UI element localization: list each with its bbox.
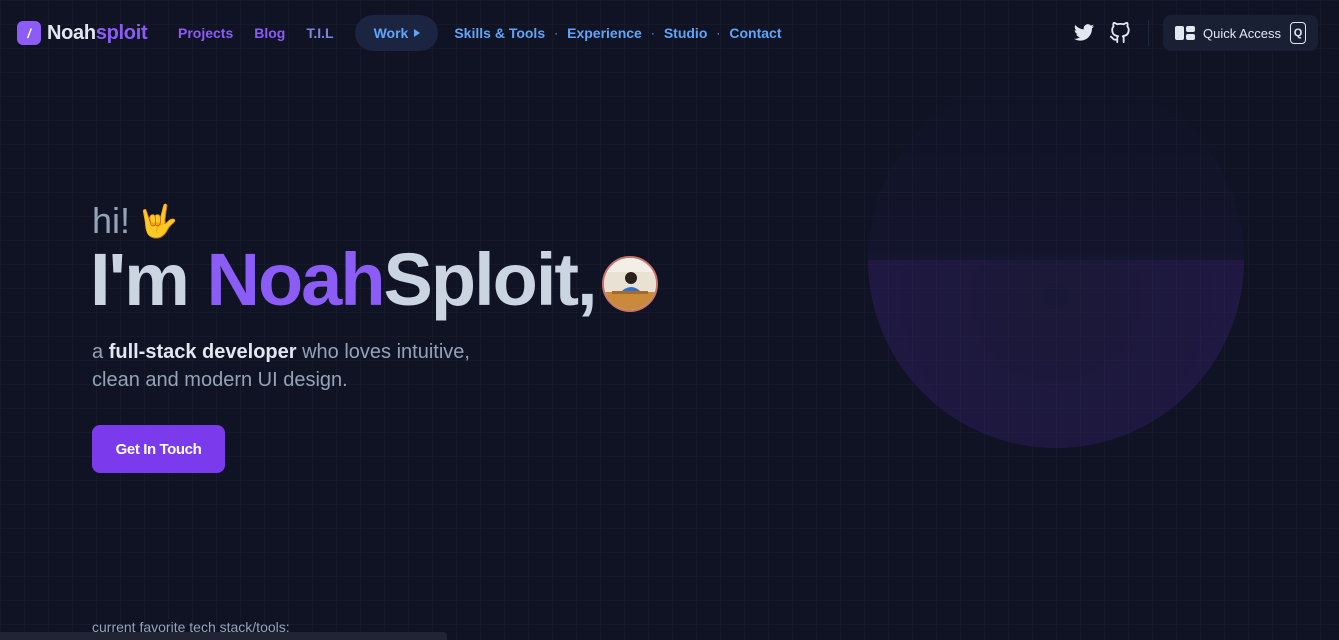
twitter-icon[interactable]: [1073, 22, 1095, 44]
play-arrow-icon: [414, 29, 421, 37]
avatar: [601, 256, 658, 312]
top-navigation: / Noahsploit Projects Blog T.I.L Work Sk…: [0, 0, 1339, 66]
logo-text-part1: Noah: [47, 21, 96, 44]
header-divider: [1148, 20, 1149, 46]
nav-separator-dot: ·: [650, 26, 655, 40]
browser-status-bar: [0, 632, 447, 640]
logo-link[interactable]: / Noahsploit: [17, 21, 148, 45]
hero-headline: I'm Noah Sploit,: [90, 238, 658, 322]
nav-link-experience[interactable]: Experience: [567, 25, 642, 41]
github-icon-svg: [1109, 21, 1130, 44]
work-toggle-label: Work: [373, 25, 409, 41]
logo-badge-icon: /: [17, 21, 41, 45]
subtitle-prefix: a: [92, 341, 109, 363]
nav-link-contact[interactable]: Contact: [729, 25, 781, 41]
nav-link-skills-tools[interactable]: Skills & Tools: [454, 25, 545, 41]
get-in-touch-button[interactable]: Get In Touch: [92, 425, 225, 473]
nav-separator-dot: ·: [716, 26, 721, 40]
background-glow-circle: [868, 72, 1244, 448]
github-icon[interactable]: [1109, 21, 1131, 44]
nav-link-projects[interactable]: Projects: [178, 25, 233, 41]
work-toggle-button[interactable]: Work: [354, 15, 439, 51]
quick-access-button[interactable]: Quick Access Q: [1163, 15, 1318, 51]
subtitle-role: full-stack developer: [108, 341, 297, 363]
avatar-photo-icon: [603, 258, 656, 310]
hero-subtitle: a full-stack developer who loves intuiti…: [92, 338, 512, 394]
headline-prefix: I'm: [90, 238, 207, 321]
quick-access-label: Quick Access: [1203, 25, 1282, 41]
nav-link-blog[interactable]: Blog: [254, 25, 285, 41]
greeting-text: hi!: [92, 200, 131, 241]
twitter-icon-svg: [1073, 24, 1095, 41]
quick-access-shortcut-key: Q: [1290, 22, 1307, 44]
primary-nav: Projects Blog T.I.L Work Skills & Tools …: [178, 15, 782, 51]
headline-name: Noah: [206, 238, 386, 321]
logo-text-part2: sploit: [95, 21, 148, 44]
rock-hand-emoji-icon: 🤟: [138, 203, 178, 239]
nav-link-studio[interactable]: Studio: [664, 25, 708, 41]
logo-text: Noahsploit: [47, 21, 148, 45]
nav-separator-dot: ·: [554, 26, 559, 40]
nav-link-til[interactable]: T.I.L: [306, 25, 333, 41]
headline-suffix: Sploit,: [383, 238, 598, 321]
grid-layout-icon: [1175, 26, 1195, 40]
greeting: hi! 🤟: [92, 200, 178, 242]
